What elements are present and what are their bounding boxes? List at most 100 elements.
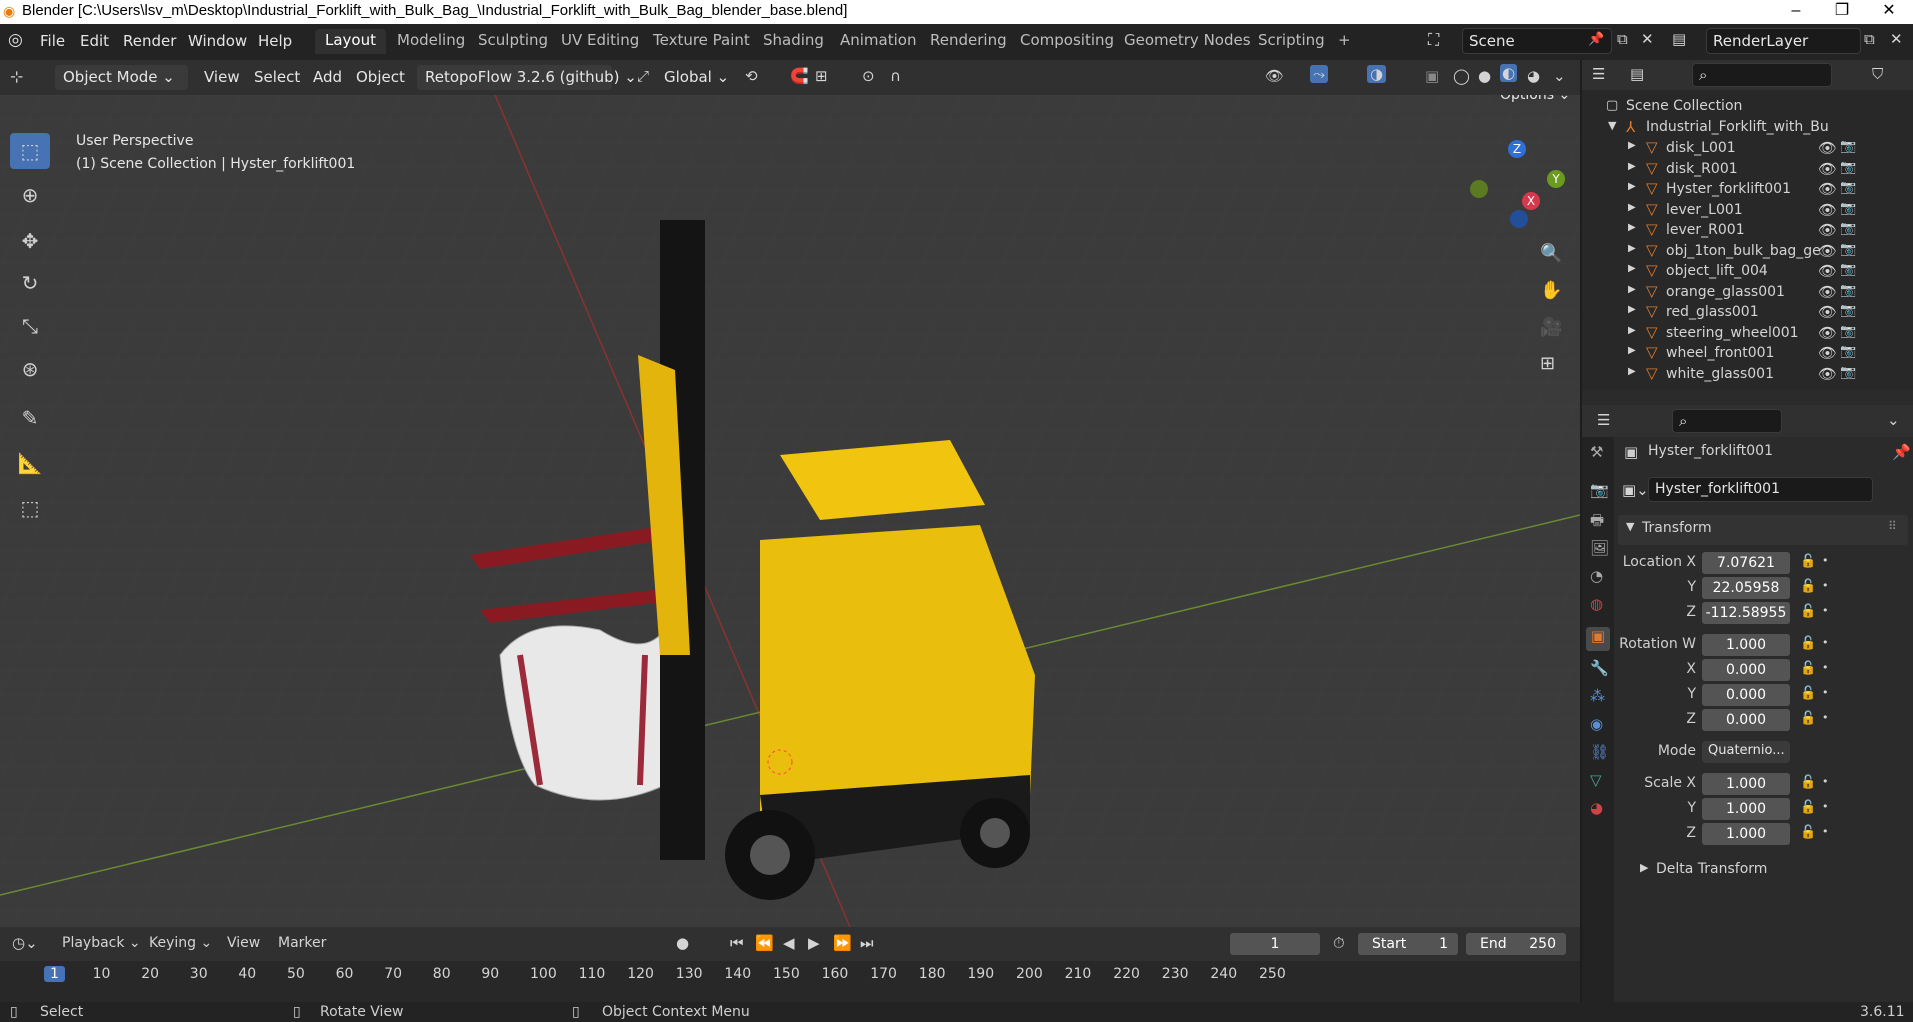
expand-icon[interactable]: ▶: [1628, 366, 1636, 377]
zoom-icon[interactable]: 🔍: [1540, 243, 1562, 264]
blender-menu-icon[interactable]: ◎: [8, 30, 23, 50]
solid-shading-icon[interactable]: ●: [1478, 67, 1491, 85]
drag-handle-icon[interactable]: ⠿: [1888, 519, 1897, 533]
tab-geometry-nodes[interactable]: Geometry Nodes: [1114, 29, 1261, 54]
current-frame-field[interactable]: 1: [1230, 933, 1320, 955]
rotation-w-field[interactable]: 1.000: [1702, 634, 1790, 656]
expand-icon[interactable]: ▶: [1628, 161, 1636, 172]
gizmo-y[interactable]: Y: [1547, 170, 1565, 188]
lock-icon[interactable]: 🔓: [1800, 825, 1816, 840]
keyframe-dot-icon[interactable]: •: [1822, 554, 1829, 567]
tool-tab-icon[interactable]: ⚒: [1590, 443, 1603, 461]
scale-x-field[interactable]: 1.000: [1702, 773, 1790, 795]
lock-icon[interactable]: 🔓: [1800, 554, 1816, 569]
properties-search-input[interactable]: ⌕: [1672, 409, 1782, 433]
playback-menu[interactable]: Playback ⌄: [62, 935, 141, 951]
play-icon[interactable]: ▶: [808, 934, 820, 952]
tab-shading[interactable]: Shading: [753, 29, 834, 54]
lock-icon[interactable]: 🔓: [1800, 800, 1816, 815]
record-icon[interactable]: ●: [676, 934, 689, 952]
gizmo-toggle-icon[interactable]: ⤳: [1310, 65, 1329, 83]
measure-tool[interactable]: 📐: [10, 445, 50, 481]
expand-icon[interactable]: ▶: [1628, 243, 1636, 254]
physics-tab-icon[interactable]: ◉: [1590, 715, 1603, 733]
eye-icon[interactable]: 👁: [1818, 242, 1837, 260]
proportional-edit-icon[interactable]: ⊙: [862, 67, 875, 85]
data-tab-icon[interactable]: ▽: [1590, 771, 1602, 789]
delete-view-layer-icon[interactable]: ✕: [1890, 30, 1903, 48]
gizmo-neg-z[interactable]: [1510, 210, 1528, 228]
tab-sculpting[interactable]: Sculpting: [468, 29, 558, 54]
lock-icon[interactable]: 🔓: [1800, 711, 1816, 726]
material-tab-icon[interactable]: ◕: [1590, 799, 1603, 817]
tab-layout[interactable]: Layout: [315, 29, 386, 54]
expand-icon[interactable]: ▶: [1628, 222, 1636, 233]
expand-icon[interactable]: ▶: [1628, 345, 1636, 356]
menu-edit[interactable]: Edit: [80, 32, 109, 50]
render-camera-icon[interactable]: 📷: [1840, 160, 1856, 175]
menu-object[interactable]: Object: [356, 68, 405, 86]
render-camera-icon[interactable]: 📷: [1840, 201, 1856, 216]
menu-select[interactable]: Select: [254, 68, 300, 86]
end-frame-field[interactable]: End 250: [1466, 933, 1566, 955]
render-camera-icon[interactable]: 📷: [1840, 180, 1856, 195]
minimize-button[interactable]: –: [1773, 0, 1819, 24]
gizmo-z[interactable]: Z: [1508, 140, 1526, 158]
keyframe-dot-icon[interactable]: •: [1822, 661, 1829, 674]
view-layer-tab-icon[interactable]: 🖼: [1590, 539, 1609, 557]
eye-icon[interactable]: 👁: [1818, 160, 1837, 178]
expand-icon[interactable]: ▶: [1628, 325, 1636, 336]
tab-modeling[interactable]: Modeling: [387, 29, 475, 54]
scale-y-field[interactable]: 1.000: [1702, 798, 1790, 820]
lock-icon[interactable]: 🔓: [1800, 636, 1816, 651]
prev-keyframe-icon[interactable]: ⏪: [755, 934, 774, 952]
eye-icon[interactable]: 👁: [1818, 221, 1837, 239]
rotation-z-field[interactable]: 0.000: [1702, 709, 1790, 731]
select-modes[interactable]: ▣▣▣▣▣: [52, 95, 148, 97]
rotation-y-field[interactable]: 0.000: [1702, 684, 1790, 706]
location-x-field[interactable]: 7.07621: [1702, 552, 1790, 574]
shading-options-icon[interactable]: ⌄: [1553, 67, 1566, 85]
render-camera-icon[interactable]: 📷: [1840, 221, 1856, 236]
keyframe-dot-icon[interactable]: •: [1822, 825, 1829, 838]
keyframe-dot-icon[interactable]: •: [1822, 711, 1829, 724]
new-view-layer-icon[interactable]: ⧉: [1864, 30, 1875, 48]
start-frame-field[interactable]: Start 1: [1358, 933, 1458, 955]
keyframe-dot-icon[interactable]: •: [1822, 604, 1829, 617]
move-tool[interactable]: ✥: [10, 223, 50, 259]
play-reverse-icon[interactable]: ◀: [783, 934, 795, 952]
rendered-shading-icon[interactable]: ◕: [1527, 67, 1540, 85]
render-camera-icon[interactable]: 📷: [1840, 365, 1856, 380]
outliner-type-icon[interactable]: ☰: [1592, 65, 1605, 83]
render-camera-icon[interactable]: 📷: [1840, 242, 1856, 257]
eye-icon[interactable]: 👁: [1818, 283, 1837, 301]
snap-target-icon[interactable]: ⊞: [815, 67, 828, 85]
delete-scene-icon[interactable]: ✕: [1641, 30, 1654, 48]
eye-icon[interactable]: 👁: [1818, 180, 1837, 198]
world-tab-icon[interactable]: ◍: [1590, 595, 1603, 613]
tab-rendering[interactable]: Rendering: [920, 29, 1017, 54]
transform-tool[interactable]: ⊛: [10, 351, 50, 387]
output-tab-icon[interactable]: 🖶: [1590, 510, 1604, 535]
outliner-search-input[interactable]: ⌕: [1692, 63, 1832, 87]
jump-end-icon[interactable]: ⏭: [860, 934, 874, 952]
pivot-icon[interactable]: ⟲: [745, 67, 758, 85]
expand-icon[interactable]: ▶: [1628, 284, 1636, 295]
expand-icon[interactable]: ▶: [1628, 202, 1636, 213]
scene-tab-icon[interactable]: ◔: [1590, 567, 1603, 585]
next-keyframe-icon[interactable]: ⏩: [833, 934, 852, 952]
scale-tool[interactable]: ⤡: [10, 308, 50, 344]
location-y-field[interactable]: 22.05958: [1702, 577, 1790, 599]
orientation-dropdown[interactable]: Global ⌄: [664, 68, 729, 86]
options-button[interactable]: Options ⌄: [1492, 95, 1579, 105]
material-shading-icon[interactable]: ◐: [1500, 64, 1518, 82]
add-workspace-button[interactable]: +: [1328, 29, 1361, 54]
render-camera-icon[interactable]: 📷: [1840, 324, 1856, 339]
timeline-view-menu[interactable]: View: [227, 935, 260, 951]
timeline-type-icon[interactable]: ◷⌄: [12, 934, 38, 952]
object-tab-icon[interactable]: ▣: [1586, 627, 1610, 651]
display-mode-icon[interactable]: ▤: [1630, 65, 1644, 83]
render-camera-icon[interactable]: 📷: [1840, 139, 1856, 154]
wireframe-shading-icon[interactable]: ◯: [1453, 67, 1470, 85]
outliner-item[interactable]: ▶ ▽ white_glass001 👁 📷: [1582, 363, 1913, 388]
